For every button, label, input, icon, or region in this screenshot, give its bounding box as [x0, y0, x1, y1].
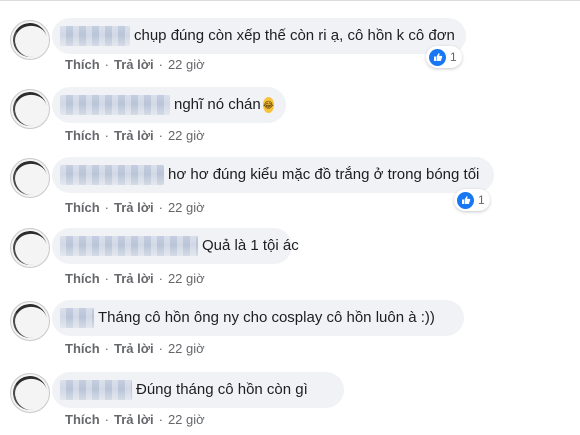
avatar[interactable]: [10, 373, 50, 413]
comment-timestamp[interactable]: 22 giờ: [168, 57, 205, 72]
author-name-blurred[interactable]: [60, 165, 164, 185]
reply-link[interactable]: Trả lời: [114, 200, 154, 215]
comment-text: Tháng cô hồn ông ny cho cosplay cô hồn l…: [98, 309, 435, 326]
like-link[interactable]: Thích: [65, 128, 100, 143]
comment-bubble: hơ hơ đúng kiểu mặc đồ trắng ở trong bón…: [52, 157, 494, 193]
comment-bubble: chụp đúng còn xếp thế còn ri ạ, cô hồn k…: [52, 18, 466, 54]
author-name-blurred[interactable]: [60, 308, 94, 328]
comment-actions: Thích · Trả lời · 22 giờ: [65, 57, 205, 72]
separator-dot: ·: [104, 412, 110, 427]
separator-dot: ·: [104, 57, 110, 72]
like-link[interactable]: Thích: [65, 341, 100, 356]
like-link[interactable]: Thích: [65, 271, 100, 286]
thumbs-up-icon: [457, 191, 474, 209]
avatar[interactable]: [10, 228, 50, 268]
comment-actions: Thích · Trả lời · 22 giờ: [65, 128, 205, 143]
thumbs-up-icon: [429, 48, 446, 66]
like-link[interactable]: Thích: [65, 57, 100, 72]
comment-bubble: nghĩ nó chán 😂: [52, 87, 286, 123]
comment-timestamp[interactable]: 22 giờ: [168, 128, 205, 143]
comment-text: Đúng tháng cô hồn còn gì: [136, 381, 308, 398]
comment-actions: Thích · Trả lời · 22 giờ: [65, 271, 205, 286]
comment-timestamp[interactable]: 22 giờ: [168, 271, 205, 286]
comment-actions: Thích · Trả lời · 22 giờ: [65, 412, 205, 427]
comment-text: hơ hơ đúng kiểu mặc đồ trắng ở trong bón…: [168, 166, 480, 183]
reply-link[interactable]: Trả lời: [114, 341, 154, 356]
like-link[interactable]: Thích: [65, 412, 100, 427]
comment-text: chụp đúng còn xếp thế còn ri ạ, cô hồn k…: [134, 27, 455, 44]
comment-text: Quả là 1 tội ác: [202, 237, 299, 254]
author-name-blurred[interactable]: [60, 380, 132, 400]
comment-timestamp[interactable]: 22 giờ: [168, 412, 205, 427]
reaction-summary[interactable]: 1: [426, 46, 462, 68]
reply-link[interactable]: Trả lời: [114, 57, 154, 72]
laughing-crying-emoji-icon: 😂: [262, 97, 274, 113]
separator-dot: ·: [104, 128, 110, 143]
avatar[interactable]: [10, 158, 50, 198]
comment-actions: Thích · Trả lời · 22 giờ: [65, 200, 205, 215]
comment-actions: Thích · Trả lời · 22 giờ: [65, 341, 205, 356]
avatar[interactable]: [10, 89, 50, 129]
separator-dot: ·: [104, 341, 110, 356]
avatar[interactable]: [10, 20, 50, 60]
reply-link[interactable]: Trả lời: [114, 412, 154, 427]
reaction-count: 1: [478, 193, 485, 207]
comment-bubble: Tháng cô hồn ông ny cho cosplay cô hồn l…: [52, 300, 464, 336]
author-name-blurred[interactable]: [60, 26, 130, 46]
separator-dot: ·: [158, 57, 163, 72]
reaction-summary[interactable]: 1: [454, 189, 490, 211]
top-divider: [0, 0, 580, 1]
comment-timestamp[interactable]: 22 giờ: [168, 200, 205, 215]
comment-bubble: Đúng tháng cô hồn còn gì: [52, 372, 344, 408]
separator-dot: ·: [158, 341, 163, 356]
like-link[interactable]: Thích: [65, 200, 100, 215]
comment-timestamp[interactable]: 22 giờ: [168, 341, 205, 356]
reply-link[interactable]: Trả lời: [114, 271, 154, 286]
comment-bubble: Quả là 1 tội ác: [52, 228, 299, 264]
reply-link[interactable]: Trả lời: [114, 128, 154, 143]
reaction-count: 1: [450, 50, 457, 64]
avatar[interactable]: [10, 301, 50, 341]
comment-text: nghĩ nó chán: [174, 96, 261, 113]
separator-dot: ·: [104, 271, 110, 286]
separator-dot: ·: [158, 412, 163, 427]
author-name-blurred[interactable]: [60, 236, 198, 256]
separator-dot: ·: [158, 271, 163, 286]
separator-dot: ·: [104, 200, 110, 215]
separator-dot: ·: [158, 200, 163, 215]
separator-dot: ·: [158, 128, 163, 143]
author-name-blurred[interactable]: [60, 95, 170, 115]
